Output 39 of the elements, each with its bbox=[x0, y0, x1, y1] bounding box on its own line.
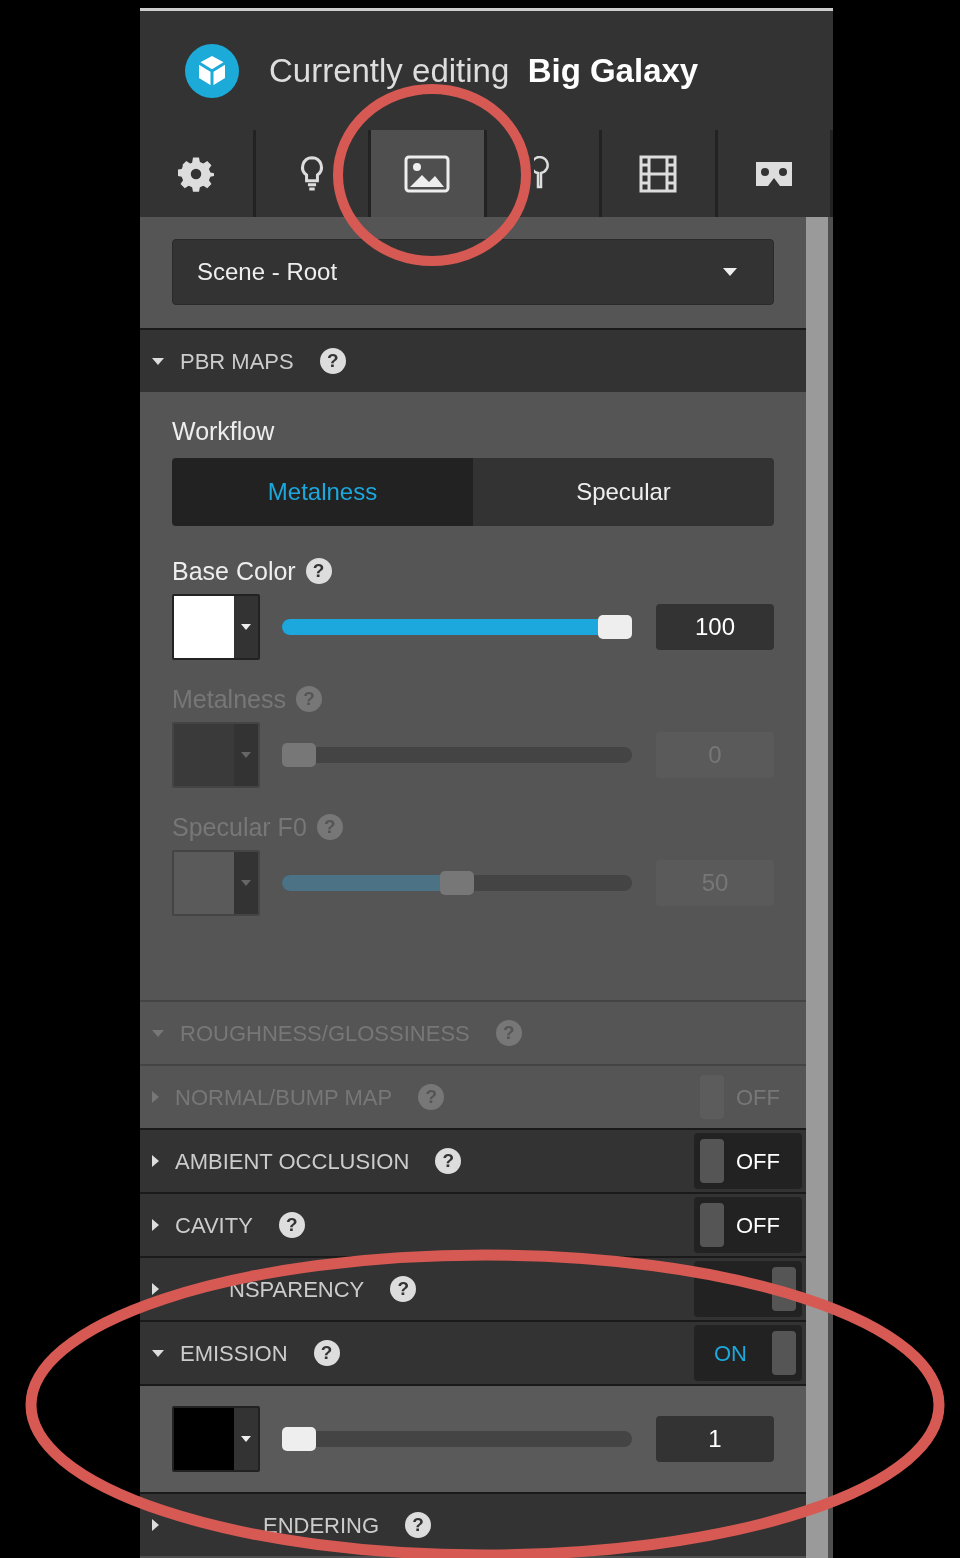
toggle-switch[interactable]: OFF bbox=[694, 1133, 802, 1189]
section-title[interactable]: EMISSION bbox=[180, 1336, 288, 1370]
caret-icon bbox=[723, 268, 737, 276]
toggle-switch[interactable]: ON bbox=[694, 1325, 802, 1381]
help-icon[interactable]: ? bbox=[435, 1148, 462, 1174]
segment-option[interactable]: Metalness bbox=[172, 458, 473, 526]
help-icon[interactable]: ? bbox=[390, 1276, 417, 1302]
color-swatch[interactable] bbox=[172, 722, 260, 788]
tab[interactable] bbox=[717, 130, 833, 217]
tab[interactable] bbox=[602, 130, 718, 217]
help-icon[interactable]: ? bbox=[313, 1340, 340, 1366]
help-icon[interactable]: ? bbox=[319, 348, 346, 374]
tab[interactable] bbox=[371, 130, 487, 217]
tab[interactable] bbox=[140, 130, 256, 217]
value-field[interactable]: 100 bbox=[656, 604, 774, 650]
scrollbar[interactable] bbox=[806, 217, 828, 1558]
section-title[interactable]: CAVITY bbox=[175, 1208, 253, 1242]
editor-title: Currently editing Big Galaxy bbox=[269, 50, 699, 91]
segment-option[interactable]: Specular bbox=[473, 458, 774, 526]
gear-icon bbox=[178, 155, 215, 192]
color-swatch[interactable] bbox=[172, 1406, 260, 1472]
scene-dropdown[interactable]: Scene - Root bbox=[172, 239, 774, 305]
section-title[interactable]: ENDERING bbox=[175, 1508, 380, 1542]
help-icon[interactable]: ? bbox=[305, 558, 332, 584]
help-icon[interactable]: ? bbox=[278, 1212, 305, 1238]
field-label: Base Color bbox=[172, 556, 296, 586]
image-icon bbox=[404, 154, 451, 193]
vr-headset-icon bbox=[753, 159, 794, 188]
color-swatch[interactable] bbox=[172, 850, 260, 916]
value-field[interactable]: 1 bbox=[656, 1416, 774, 1462]
section-title[interactable]: PBR MAPS bbox=[180, 344, 294, 378]
toggle-switch[interactable]: OFF bbox=[694, 1197, 802, 1253]
film-icon bbox=[638, 153, 679, 194]
section-title[interactable]: AMBIENT OCCLUSION bbox=[175, 1144, 410, 1178]
color-swatch[interactable] bbox=[172, 594, 260, 660]
help-icon[interactable]: ? bbox=[405, 1512, 432, 1538]
field-label: Workflow bbox=[172, 416, 276, 446]
section-title[interactable]: NSPARENCY bbox=[175, 1272, 365, 1306]
logo-icon bbox=[185, 43, 239, 98]
